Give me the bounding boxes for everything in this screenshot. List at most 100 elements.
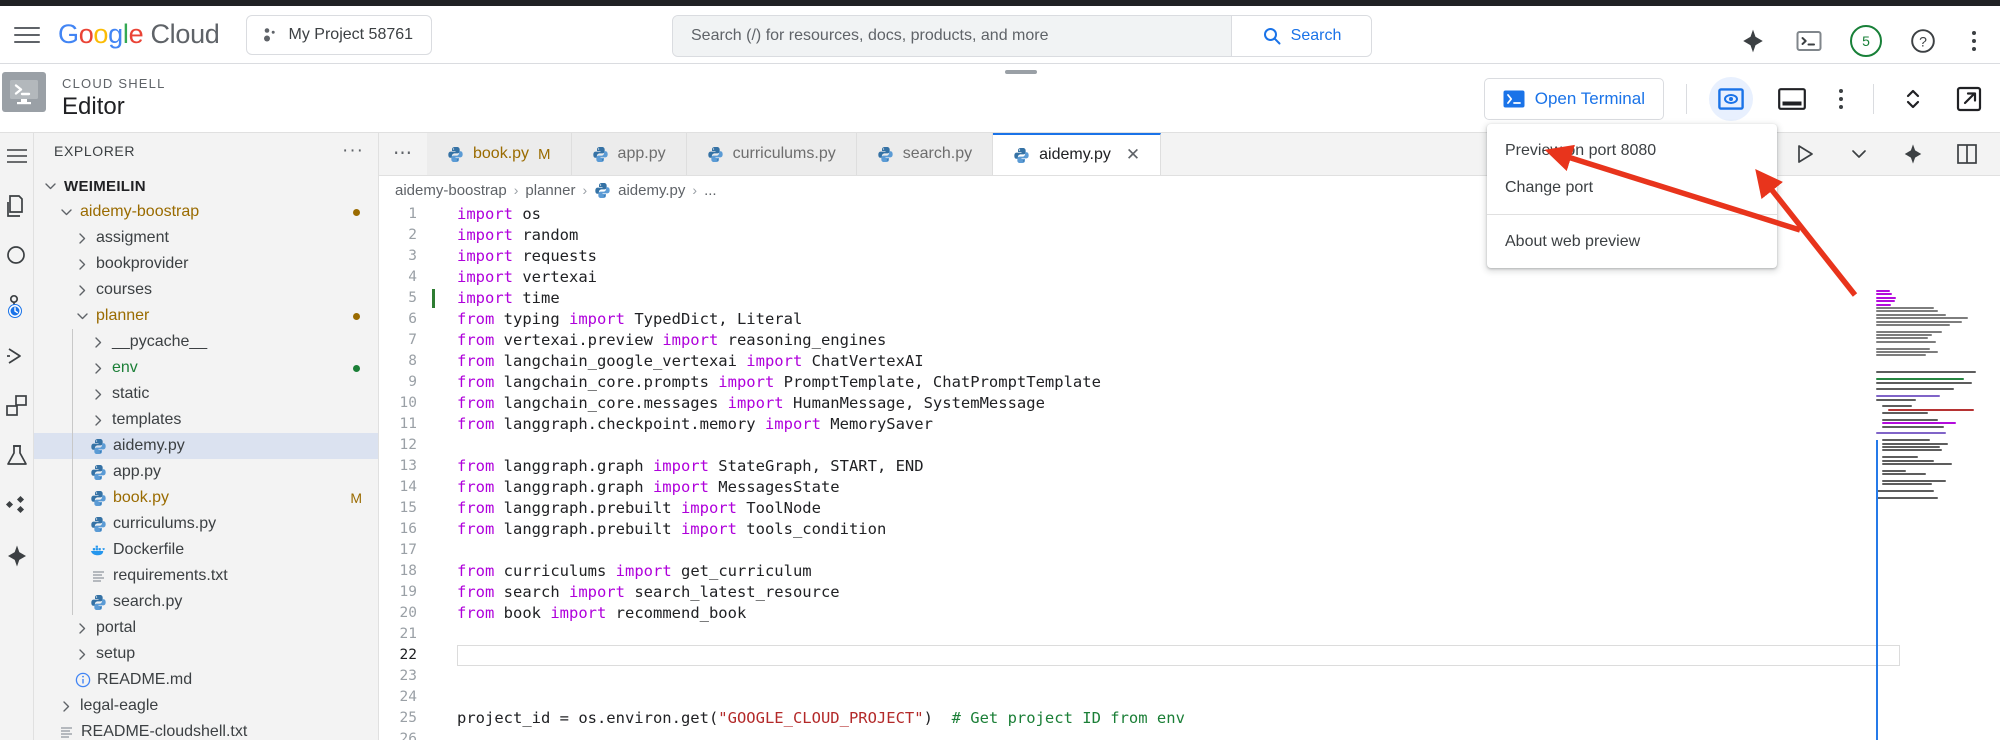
code-line[interactable]: 12 (379, 435, 2000, 456)
code-line[interactable]: 11from langgraph.checkpoint.memory impor… (379, 414, 2000, 435)
tree-item-assigment[interactable]: assigment (34, 225, 378, 251)
tab-close-icon[interactable]: ✕ (1126, 145, 1140, 165)
code-line[interactable]: 22 (379, 645, 2000, 666)
breadcrumb-item-0[interactable]: aidemy-boostrap (395, 182, 507, 199)
more-vert-icon[interactable] (1964, 31, 1984, 51)
code-line[interactable]: 5import time (379, 288, 2000, 309)
tree-item-env[interactable]: env (34, 355, 378, 381)
run-debug-icon[interactable] (4, 343, 30, 369)
tree-chevron[interactable] (74, 308, 90, 324)
code-line[interactable]: 7from vertexai.preview import reasoning_… (379, 330, 2000, 351)
menu-icon[interactable] (4, 143, 30, 169)
tree-chevron[interactable] (74, 230, 90, 246)
tree-chevron[interactable] (42, 178, 58, 194)
gemini-icon[interactable] (4, 543, 30, 569)
tree-item-app-py[interactable]: app.py (34, 459, 378, 485)
explorer-icon[interactable] (4, 193, 30, 219)
code-line[interactable]: 10from langchain_core.messages import Hu… (379, 393, 2000, 414)
search-input[interactable] (673, 16, 1231, 56)
tree-item-search-py[interactable]: search.py (34, 589, 378, 615)
google-cloud-logo[interactable]: Google Cloud (58, 19, 220, 50)
testing-flask-icon[interactable] (4, 443, 30, 469)
search-icon[interactable] (4, 243, 30, 269)
main-menu-icon[interactable] (14, 22, 40, 48)
code-line[interactable]: 25project_id = os.environ.get("GOOGLE_CL… (379, 708, 2000, 729)
tree-item-dockerfile[interactable]: Dockerfile (34, 537, 378, 563)
code-line[interactable]: 16from langgraph.prebuilt import tools_c… (379, 519, 2000, 540)
breadcrumb-item-1[interactable]: planner (525, 182, 575, 199)
tree-item--pycache-[interactable]: __pycache__ (34, 329, 378, 355)
search-button[interactable]: Search (1231, 16, 1371, 56)
tree-item-templates[interactable]: templates (34, 407, 378, 433)
cloud-shell-more-icon[interactable] (1831, 89, 1851, 109)
tree-item-legal-eagle[interactable]: legal-eagle (34, 693, 378, 719)
source-control-icon[interactable] (4, 293, 30, 319)
code-line[interactable]: 17 (379, 540, 2000, 561)
tree-chevron[interactable] (90, 386, 106, 402)
code-line[interactable]: 4import vertexai (379, 267, 2000, 288)
editor-tab-app-py[interactable]: app.py (572, 133, 687, 175)
tree-chevron[interactable] (58, 698, 74, 714)
editor-tab-search-py[interactable]: search.py (857, 133, 993, 175)
tree-chevron[interactable] (74, 256, 90, 272)
code-line[interactable]: 19from search import search_latest_resou… (379, 582, 2000, 603)
tree-item-static[interactable]: static (34, 381, 378, 407)
editor-tab-curriculums-py[interactable]: curriculums.py (687, 133, 857, 175)
expand-collapse-button[interactable] (1896, 82, 1930, 116)
breadcrumb-item-2[interactable]: aidemy.py (618, 182, 685, 199)
tree-chevron[interactable] (74, 282, 90, 298)
gemini-assist-button[interactable] (1896, 137, 1930, 171)
menu-item-about-web-preview[interactable]: About web preview (1487, 223, 1777, 260)
global-search[interactable]: Search (672, 15, 1372, 57)
tree-item-curriculums-py[interactable]: curriculums.py (34, 511, 378, 537)
editor-tab-book-py[interactable]: book.pyM (427, 133, 572, 175)
code-line[interactable]: 24 (379, 687, 2000, 708)
menu-item-preview-on-port[interactable]: Preview on port 8080 (1487, 132, 1777, 169)
code-line[interactable]: 26 (379, 729, 2000, 740)
tree-chevron[interactable] (74, 646, 90, 662)
open-new-window-button[interactable] (1952, 82, 1986, 116)
code-line[interactable]: 18from curriculums import get_curriculum (379, 561, 2000, 582)
tree-item-aidemy-py[interactable]: aidemy.py (34, 433, 378, 459)
tree-item-requirements-txt[interactable]: requirements.txt (34, 563, 378, 589)
code-line[interactable]: 9from langchain_core.prompts import Prom… (379, 372, 2000, 393)
tree-item-weimeilin[interactable]: WEIMEILIN (34, 173, 378, 199)
help-icon[interactable]: ? (1908, 26, 1938, 56)
code-line[interactable]: 8from langchain_google_vertexai import C… (379, 351, 2000, 372)
tree-chevron[interactable] (90, 412, 106, 428)
toggle-panel-button[interactable] (1775, 82, 1809, 116)
editor-minimap[interactable] (1876, 290, 1988, 740)
tree-item-readme-cloudshell-txt[interactable]: README-cloudshell.txt (34, 719, 378, 740)
code-line[interactable]: 13from langgraph.graph import StateGraph… (379, 456, 2000, 477)
tree-item-courses[interactable]: courses (34, 277, 378, 303)
editor-tab-aidemy-py[interactable]: aidemy.py✕ (993, 133, 1161, 175)
cloud-code-icon[interactable] (4, 493, 30, 519)
open-terminal-button[interactable]: Open Terminal (1484, 78, 1664, 120)
tab-overflow-icon[interactable]: ⋯ (379, 133, 427, 175)
project-selector[interactable]: My Project 58761 (246, 15, 433, 55)
extensions-icon[interactable] (4, 393, 30, 419)
notification-badge[interactable]: 5 (1850, 25, 1882, 57)
code-line[interactable]: 23 (379, 666, 2000, 687)
tree-item-setup[interactable]: setup (34, 641, 378, 667)
tree-chevron[interactable] (90, 334, 106, 350)
gemini-star-icon[interactable] (1738, 26, 1768, 56)
tree-item-bookprovider[interactable]: bookprovider (34, 251, 378, 277)
tree-chevron[interactable] (58, 204, 74, 220)
tree-item-readme-md[interactable]: README.md (34, 667, 378, 693)
tree-item-portal[interactable]: portal (34, 615, 378, 641)
tree-item-aidemy-boostrap[interactable]: aidemy-boostrap (34, 199, 378, 225)
code-line[interactable]: 20from book import recommend_book (379, 603, 2000, 624)
code-editor[interactable]: 1import os2import random3import requests… (379, 204, 2000, 740)
cloud-shell-terminal-icon[interactable] (1794, 26, 1824, 56)
tree-item-planner[interactable]: planner (34, 303, 378, 329)
code-line[interactable]: 14from langgraph.graph import MessagesSt… (379, 477, 2000, 498)
tree-item-book-py[interactable]: book.pyM (34, 485, 378, 511)
menu-item-change-port[interactable]: Change port (1487, 169, 1777, 206)
breadcrumb-item-3[interactable]: ... (704, 182, 717, 199)
tree-chevron[interactable] (90, 360, 106, 376)
run-options-button[interactable] (1842, 137, 1876, 171)
code-line[interactable]: 15from langgraph.prebuilt import ToolNod… (379, 498, 2000, 519)
panel-drag-handle[interactable] (1005, 70, 1037, 74)
split-editor-button[interactable] (1950, 137, 1984, 171)
